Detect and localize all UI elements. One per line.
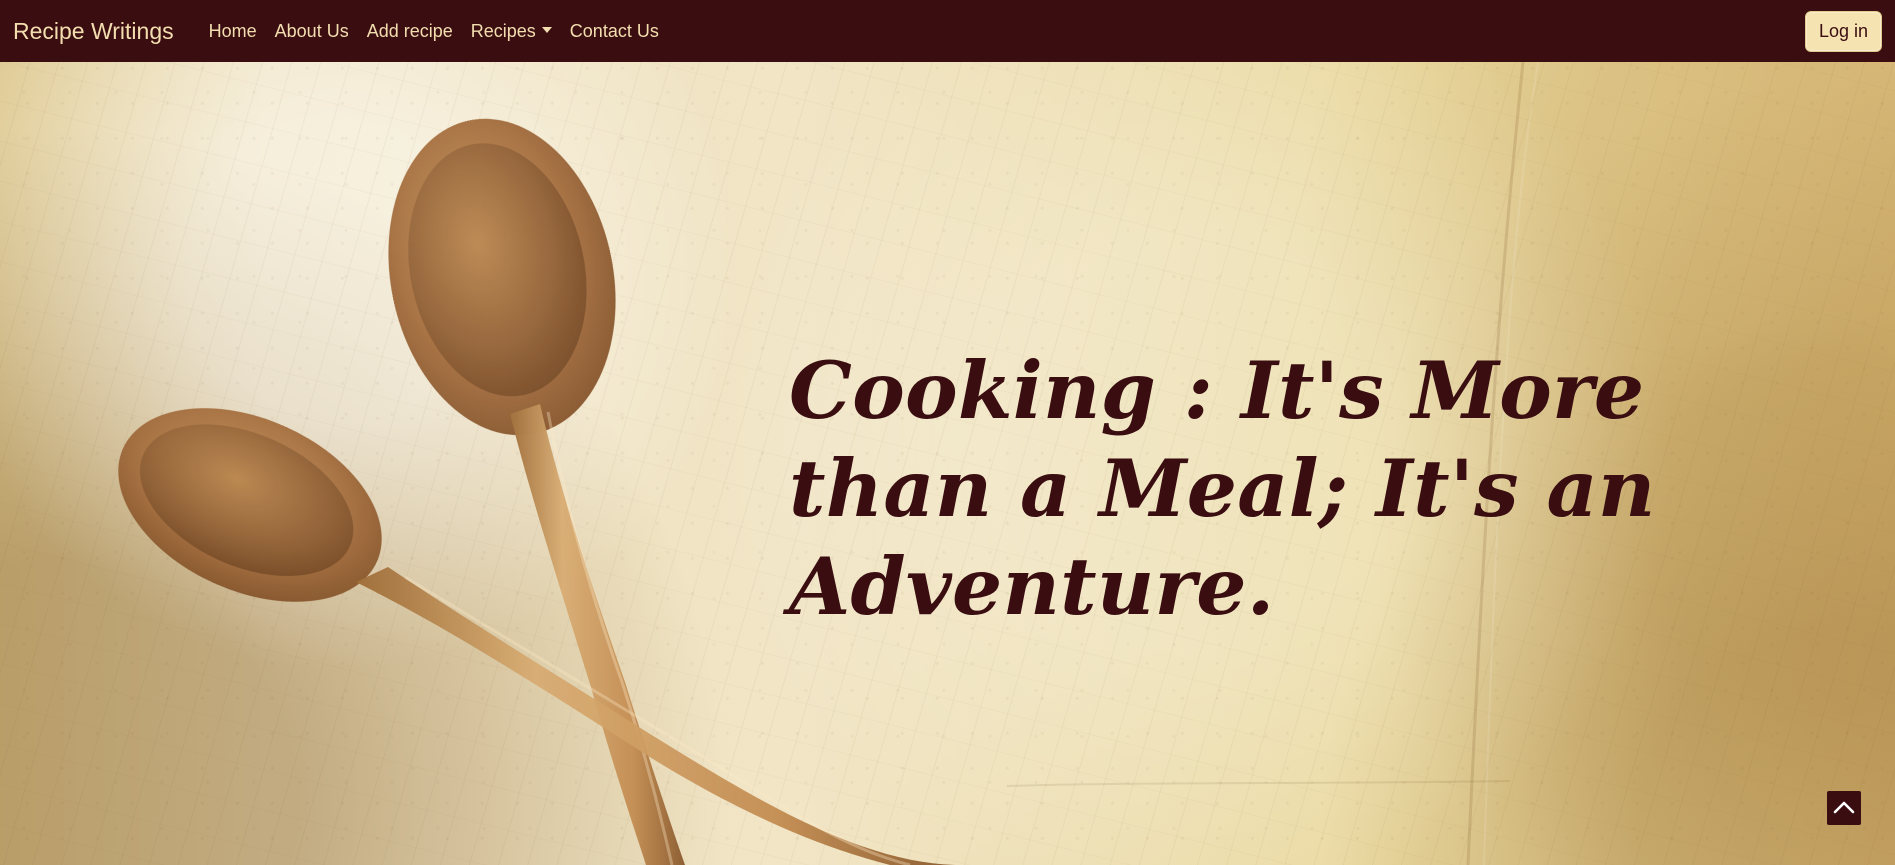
recipes-dropdown-toggle[interactable]: Recipes xyxy=(462,21,561,42)
back-spoon xyxy=(388,118,685,865)
brand-link[interactable]: Recipe Writings xyxy=(13,18,174,45)
nav-home-link[interactable]: Home xyxy=(200,21,266,42)
top-navbar: Recipe Writings Home About Us Add recipe… xyxy=(0,0,1895,62)
login-button[interactable]: Log in xyxy=(1804,10,1882,52)
nav-links: Home About Us Add recipe Recipes Contact… xyxy=(200,21,668,42)
recipes-dropdown-label: Recipes xyxy=(470,20,536,41)
hero-heading: Cooking : It's More than a Meal; It's an… xyxy=(789,344,1656,633)
chevron-up-icon xyxy=(1833,801,1855,814)
nav-about-us-link[interactable]: About Us xyxy=(266,21,358,42)
nav-add-recipe-link[interactable]: Add recipe xyxy=(358,21,462,42)
scroll-top-button[interactable] xyxy=(1827,791,1861,825)
caret-down-icon xyxy=(541,27,552,33)
hero-section: Cooking : It's More than a Meal; It's an… xyxy=(0,62,1895,865)
nav-contact-us-link[interactable]: Contact Us xyxy=(561,21,668,42)
